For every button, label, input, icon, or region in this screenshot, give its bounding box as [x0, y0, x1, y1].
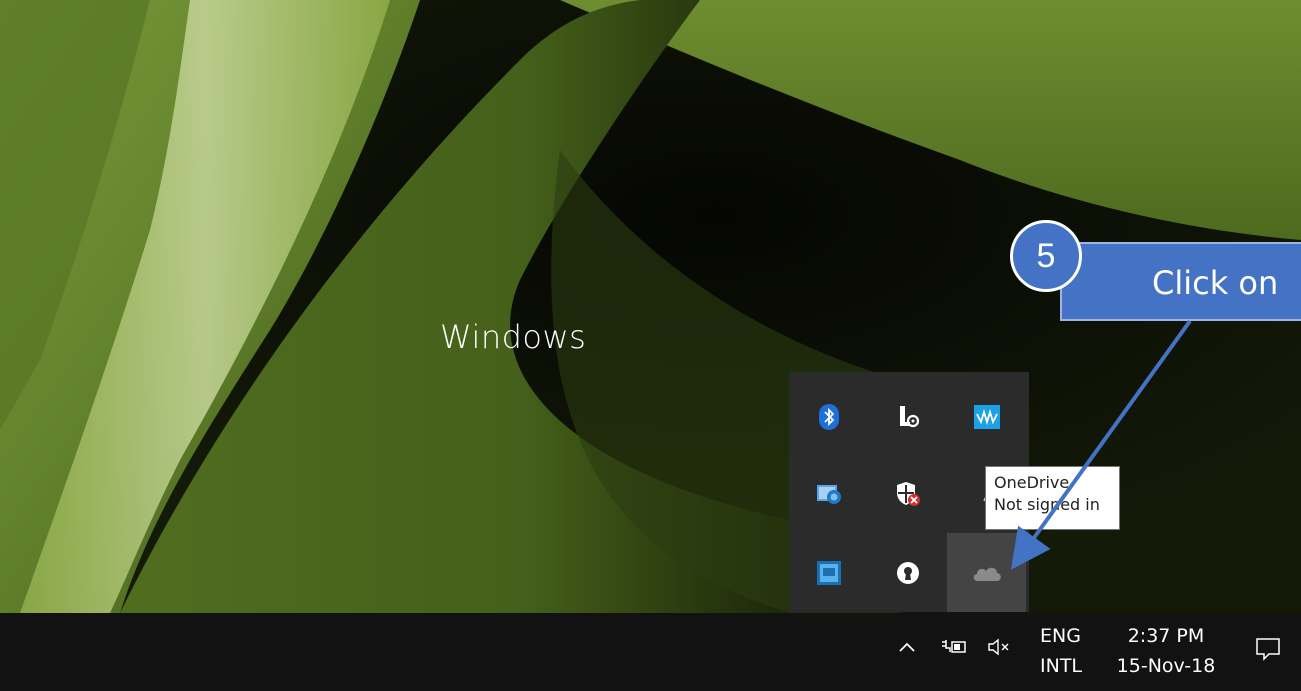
show-hidden-icons-chevron-icon[interactable]	[897, 639, 917, 658]
input-language-indicator[interactable]: ENG INTL	[1040, 621, 1082, 681]
tooltip-status: Not signed in	[994, 495, 1100, 514]
callout-text: Click on	[1152, 264, 1279, 302]
intel-graphics-icon[interactable]	[789, 533, 868, 612]
volume-muted-icon[interactable]	[987, 638, 1013, 660]
onedrive-cloud-icon[interactable]	[947, 533, 1026, 612]
audio-wave-icon[interactable]	[947, 377, 1026, 456]
power-plug-icon[interactable]	[940, 638, 968, 660]
settings-person-icon[interactable]	[868, 377, 947, 456]
taskbar: ENG INTL 2:37 PM 15-Nov-18	[0, 613, 1301, 691]
clock-date: 15-Nov-18	[1116, 655, 1216, 677]
security-shield-icon[interactable]	[868, 454, 947, 533]
onedrive-tooltip: OneDrive Not signed in	[985, 466, 1120, 530]
step-number-badge: 5	[1010, 220, 1082, 292]
network-globe-icon[interactable]	[789, 454, 868, 533]
language-code: ENG	[1040, 625, 1081, 647]
keyboard-layout: INTL	[1040, 655, 1083, 677]
action-center-icon[interactable]	[1255, 637, 1281, 665]
clock-time: 2:37 PM	[1127, 625, 1205, 647]
tooltip-title: OneDrive	[994, 473, 1070, 492]
windows-watermark: Windows	[440, 318, 587, 356]
clock[interactable]: 2:37 PM 15-Nov-18	[1110, 621, 1222, 681]
keyhole-icon[interactable]	[868, 533, 947, 612]
bluetooth-icon[interactable]	[789, 377, 868, 456]
instruction-callout: Click on	[1060, 242, 1301, 321]
